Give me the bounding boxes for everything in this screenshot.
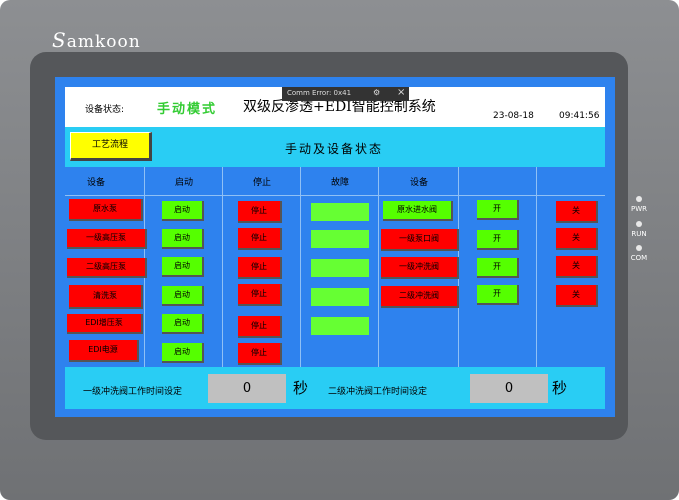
time-display: 09:41:56	[559, 111, 600, 121]
col-header-stop: 停止	[252, 178, 271, 188]
comm-error-popup: Comm Error: 0x41 ⚙ ×	[282, 87, 409, 101]
device-label-edi-booster-pump: EDI增压泵	[67, 314, 143, 334]
flush-timer-settings: 一级冲洗阀工作时间设定 0 秒 二级冲洗阀工作时间设定 0 秒	[65, 367, 605, 409]
fault-indicator-edi-booster-pump	[311, 317, 369, 335]
stage1-seconds-unit: 秒	[293, 379, 309, 397]
error-text: Comm Error: 0x41	[287, 89, 352, 97]
close-button-raw-water-inlet-valve[interactable]: 关	[556, 201, 598, 223]
device-label-raw-water-inlet-valve: 原水进水阀	[383, 201, 453, 221]
panel-title: 手动及设备状态	[285, 142, 384, 156]
device-label-cleaning-pump: 清洗泵	[69, 285, 143, 309]
device-label-stage1-high-pressure-pump: 一级高压泵	[67, 229, 147, 249]
stop-button-edi-power-supply[interactable]: 停止	[238, 343, 282, 365]
pwr-led	[636, 196, 642, 202]
brand-logo: Samkoon	[52, 28, 141, 52]
start-button-edi-booster-pump[interactable]: 启动	[162, 314, 204, 334]
fault-indicator-stage1-high-pressure-pump	[311, 230, 369, 248]
fault-indicator-cleaning-pump	[311, 288, 369, 306]
fault-indicator-stage2-high-pressure-pump	[311, 259, 369, 277]
com-led	[636, 245, 642, 251]
device-label-stage1-pump-outlet-valve: 一级泵口阀	[381, 229, 459, 251]
stage1-flush-time-input[interactable]: 0	[208, 374, 286, 403]
col-header-start: 启动	[174, 178, 193, 188]
stop-button-edi-booster-pump[interactable]: 停止	[238, 316, 282, 338]
stage1-flush-time-label: 一级冲洗阀工作时间设定	[83, 387, 183, 397]
device-label-stage2-high-pressure-pump: 二级高压泵	[67, 258, 147, 278]
col-header-fault: 故障	[330, 178, 349, 188]
mode-indicator: 手动模式	[157, 102, 218, 117]
stop-button-stage1-high-pressure-pump[interactable]: 停止	[238, 228, 282, 250]
open-button-stage1-flush-valve[interactable]: 开	[477, 258, 519, 278]
device-label-stage1-flush-valve: 一级冲洗阀	[381, 257, 459, 279]
device-label-stage2-flush-valve: 二级冲洗阀	[381, 286, 459, 308]
stop-button-cleaning-pump[interactable]: 停止	[238, 284, 282, 306]
stage2-flush-time-label: 二级冲洗阀工作时间设定	[328, 387, 428, 397]
open-button-raw-water-inlet-valve[interactable]: 开	[477, 200, 519, 220]
header-divider	[65, 195, 605, 196]
stage2-seconds-unit: 秒	[552, 379, 568, 397]
col-header-device-2: 设备	[409, 178, 428, 188]
pwr-label: PWR	[630, 205, 647, 213]
device-status-label: 设备状态:	[85, 105, 125, 115]
hmi-screen: 设备状态: 手动模式 双级反渗透+EDI智能控制系统 23-08-18 09:4…	[55, 77, 615, 417]
start-button-raw-water-pump[interactable]: 启动	[162, 201, 204, 221]
start-button-stage1-high-pressure-pump[interactable]: 启动	[162, 229, 204, 249]
start-button-edi-power-supply[interactable]: 启动	[162, 343, 204, 363]
device-label-raw-water-pump: 原水泵	[69, 199, 143, 221]
panel-header: 工艺流程 手动及设备状态	[65, 127, 605, 167]
device-label-edi-power-supply: EDI电源	[69, 340, 139, 362]
run-label: RUN	[631, 230, 647, 238]
open-button-stage1-pump-outlet-valve[interactable]: 开	[477, 230, 519, 250]
stop-button-stage2-high-pressure-pump[interactable]: 停止	[238, 257, 282, 279]
col-header-device: 设备	[86, 178, 105, 188]
close-icon[interactable]: ×	[397, 87, 405, 98]
close-button-stage1-pump-outlet-valve[interactable]: 关	[556, 228, 598, 250]
open-button-stage2-flush-valve[interactable]: 开	[477, 285, 519, 305]
date-display: 23-08-18	[493, 111, 534, 121]
process-flow-button[interactable]: 工艺流程	[70, 132, 152, 161]
gear-icon[interactable]: ⚙	[373, 88, 380, 97]
close-button-stage2-flush-valve[interactable]: 关	[556, 285, 598, 307]
stop-button-raw-water-pump[interactable]: 停止	[238, 201, 282, 223]
close-button-stage1-flush-valve[interactable]: 关	[556, 256, 598, 278]
stage2-flush-time-input[interactable]: 0	[470, 374, 548, 403]
device-grid: 设备 启动 停止 故障 设备 原水泵 启动 停止 原水进水阀 开 关 一级高压泵…	[65, 167, 605, 367]
start-button-cleaning-pump[interactable]: 启动	[162, 286, 204, 306]
fault-indicator-raw-water-pump	[311, 203, 369, 221]
run-led	[636, 221, 642, 227]
start-button-stage2-high-pressure-pump[interactable]: 启动	[162, 257, 204, 277]
com-label: COM	[630, 254, 648, 262]
